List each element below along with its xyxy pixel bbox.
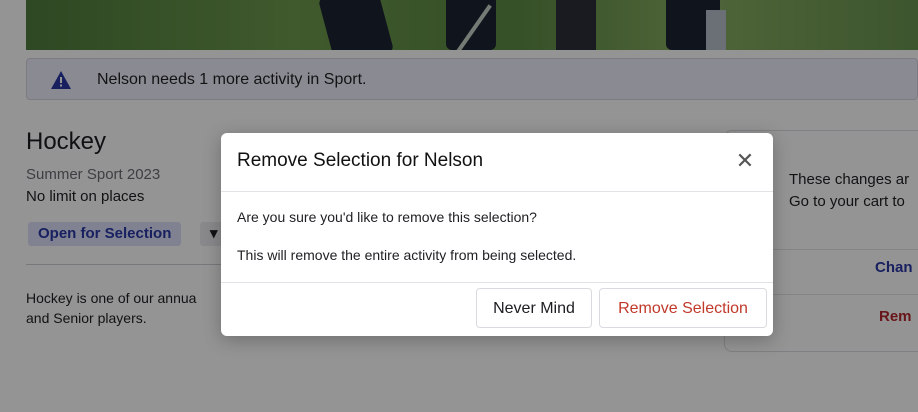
remove-selection-button[interactable]: Remove Selection: [599, 288, 767, 328]
dialog-warning: This will remove the entire activity fro…: [237, 247, 577, 263]
divider: [221, 191, 773, 192]
remove-selection-dialog: Remove Selection for Nelson ✕ Are you su…: [221, 133, 773, 336]
close-icon[interactable]: ✕: [731, 147, 759, 175]
dialog-title: Remove Selection for Nelson: [237, 150, 484, 171]
divider: [221, 282, 773, 283]
never-mind-button[interactable]: Never Mind: [476, 288, 592, 328]
dialog-question: Are you sure you'd like to remove this s…: [237, 209, 537, 225]
